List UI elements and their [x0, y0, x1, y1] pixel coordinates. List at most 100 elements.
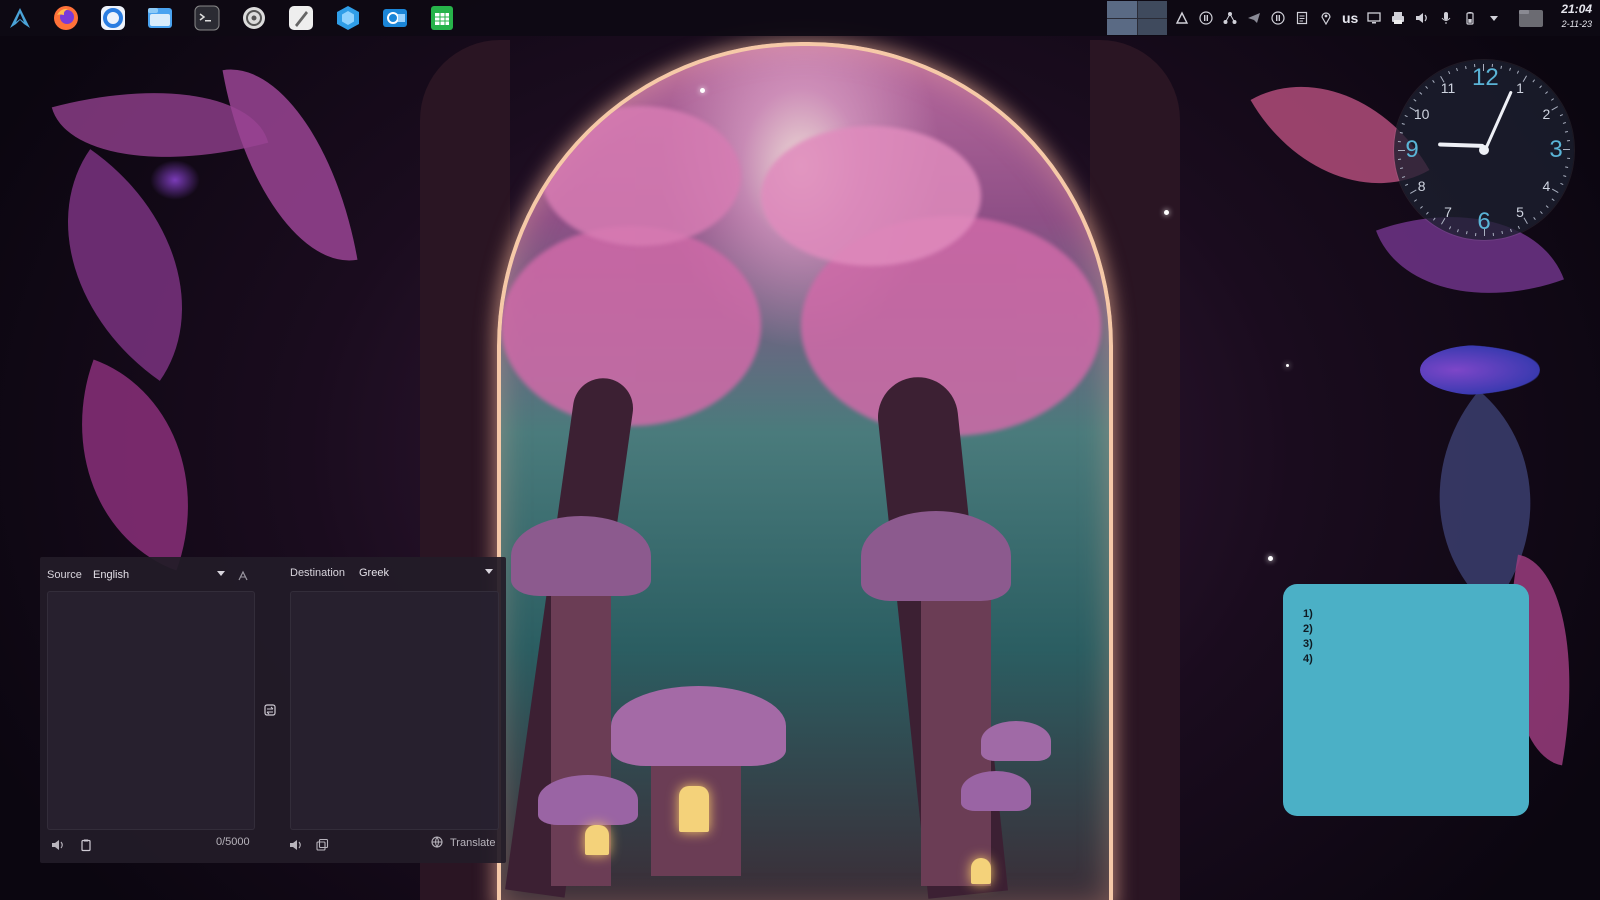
clock-center-dot — [1479, 145, 1489, 155]
clock-tick — [1531, 79, 1535, 83]
destination-language-select[interactable]: Greek — [359, 563, 493, 583]
note-line: 4) — [1303, 653, 1313, 665]
panel-clock[interactable]: 21:04 2-11-23 — [1542, 0, 1592, 36]
clock-hour-hand — [1438, 142, 1485, 148]
clock-number-3: 3 — [1549, 136, 1563, 163]
text-editor-icon[interactable] — [287, 4, 315, 32]
wallpaper-canopy — [761, 126, 981, 266]
microphone-icon[interactable] — [1438, 10, 1454, 26]
chevron-down-icon — [485, 569, 493, 574]
clipboard-icon[interactable] — [1294, 10, 1310, 26]
clock-tick — [1538, 85, 1542, 89]
wallpaper-arch — [497, 42, 1113, 900]
keyboard-layout-indicator[interactable]: us — [1342, 10, 1358, 26]
chevron-down-icon — [217, 571, 225, 576]
display-icon[interactable] — [1366, 10, 1382, 26]
wallpaper-leaf — [1376, 390, 1594, 610]
pager-desktop-2[interactable] — [1137, 1, 1167, 18]
wallpaper-door — [585, 825, 609, 855]
wallpaper-mushroom-cap — [861, 511, 1011, 601]
firefox-icon[interactable] — [52, 4, 80, 32]
clock-tick — [1405, 115, 1409, 118]
destination-label: Destination — [290, 567, 346, 579]
clock-tick — [1500, 65, 1502, 69]
terminal-icon[interactable] — [193, 4, 221, 32]
butterfly-icon — [1420, 345, 1540, 395]
clock-tick — [1448, 71, 1451, 75]
clock-tick — [1456, 68, 1459, 72]
pager-desktop-3[interactable] — [1107, 18, 1137, 35]
pause-circle-icon[interactable] — [1270, 10, 1286, 26]
arch-launcher-icon[interactable] — [7, 5, 33, 31]
sticky-note-widget[interactable]: 1) 2) 3) 4) — [1283, 584, 1529, 816]
clock-tick — [1425, 86, 1429, 89]
network-share-icon[interactable] — [1222, 10, 1238, 26]
clock-tick — [1398, 150, 1405, 151]
source-text-area[interactable] — [47, 591, 255, 830]
clock-minute-hand — [1484, 90, 1513, 150]
battery-icon[interactable] — [1462, 10, 1478, 26]
clock-tick — [1484, 229, 1485, 236]
clock-tick — [1559, 182, 1563, 185]
translate-button-label: Translate — [450, 837, 496, 849]
clock-tick — [1551, 197, 1555, 201]
printer-icon[interactable] — [1390, 10, 1406, 26]
clock-tick — [1420, 205, 1423, 209]
source-language-value: English — [93, 569, 130, 581]
top-panel: us 21:04 2-11-23 — [0, 0, 1600, 36]
clock-number-12: 12 — [1472, 64, 1499, 91]
clock-tick — [1565, 166, 1569, 168]
note-line: 3) — [1303, 638, 1313, 650]
speaker-icon[interactable] — [289, 838, 303, 852]
software-center-icon[interactable] — [334, 4, 362, 32]
wallpaper-mushroom-cap — [511, 516, 651, 596]
telegram-icon[interactable] — [1246, 10, 1262, 26]
swap-languages-icon[interactable] — [263, 703, 277, 717]
destination-text-area — [290, 591, 499, 830]
wallpaper-sparkle — [1286, 364, 1289, 367]
browser-icon[interactable] — [99, 4, 127, 32]
speaker-icon[interactable] — [51, 838, 65, 852]
wallpaper-canopy — [541, 106, 741, 246]
butterfly-icon — [150, 160, 200, 200]
copy-icon[interactable] — [315, 838, 329, 852]
mail-icon[interactable] — [381, 4, 409, 32]
pager-desktop-1[interactable] — [1107, 1, 1137, 18]
clock-tick — [1449, 225, 1452, 229]
clock-tick — [1457, 228, 1460, 233]
wallpaper-leaf — [4, 149, 246, 381]
wallpaper-mushroom-cap — [981, 721, 1051, 761]
analog-clock-widget[interactable]: 12 1 2 3 4 5 6 7 8 9 10 11 — [1394, 60, 1574, 240]
globe-icon — [431, 836, 445, 850]
clock-tick — [1562, 174, 1567, 177]
clock-tick — [1564, 131, 1569, 133]
clock-tick — [1399, 167, 1404, 169]
folder-icon[interactable] — [1518, 7, 1544, 29]
clock-tick — [1563, 149, 1570, 150]
paste-icon[interactable] — [79, 838, 93, 852]
clock-tick — [1413, 99, 1417, 103]
clock-tick — [1550, 98, 1554, 102]
notification-icon[interactable] — [1174, 10, 1190, 26]
virtual-desktop-pager[interactable] — [1107, 1, 1167, 35]
wallpaper-mushroom-stem — [921, 566, 991, 886]
volume-icon[interactable] — [1414, 10, 1430, 26]
spreadsheet-icon[interactable] — [428, 4, 456, 32]
source-language-select[interactable]: English — [93, 565, 225, 585]
note-line: 1) — [1303, 608, 1313, 620]
file-manager-icon[interactable] — [146, 4, 174, 32]
clock-tick — [1483, 64, 1484, 71]
location-icon[interactable] — [1318, 10, 1334, 26]
wallpaper-sparkle — [1164, 210, 1169, 215]
settings-icon[interactable] — [240, 4, 268, 32]
clock-tick — [1517, 225, 1520, 229]
clock-tick — [1562, 122, 1566, 125]
clock-tick — [1405, 183, 1409, 186]
auto-detect-icon[interactable] — [236, 569, 250, 583]
media-pause-icon[interactable] — [1198, 10, 1214, 26]
clock-number-5: 5 — [1516, 204, 1524, 221]
clock-tick — [1508, 67, 1511, 72]
pager-desktop-4[interactable] — [1137, 18, 1167, 35]
translate-button[interactable]: Translate — [431, 836, 495, 850]
chevron-down-icon[interactable] — [1486, 10, 1502, 26]
